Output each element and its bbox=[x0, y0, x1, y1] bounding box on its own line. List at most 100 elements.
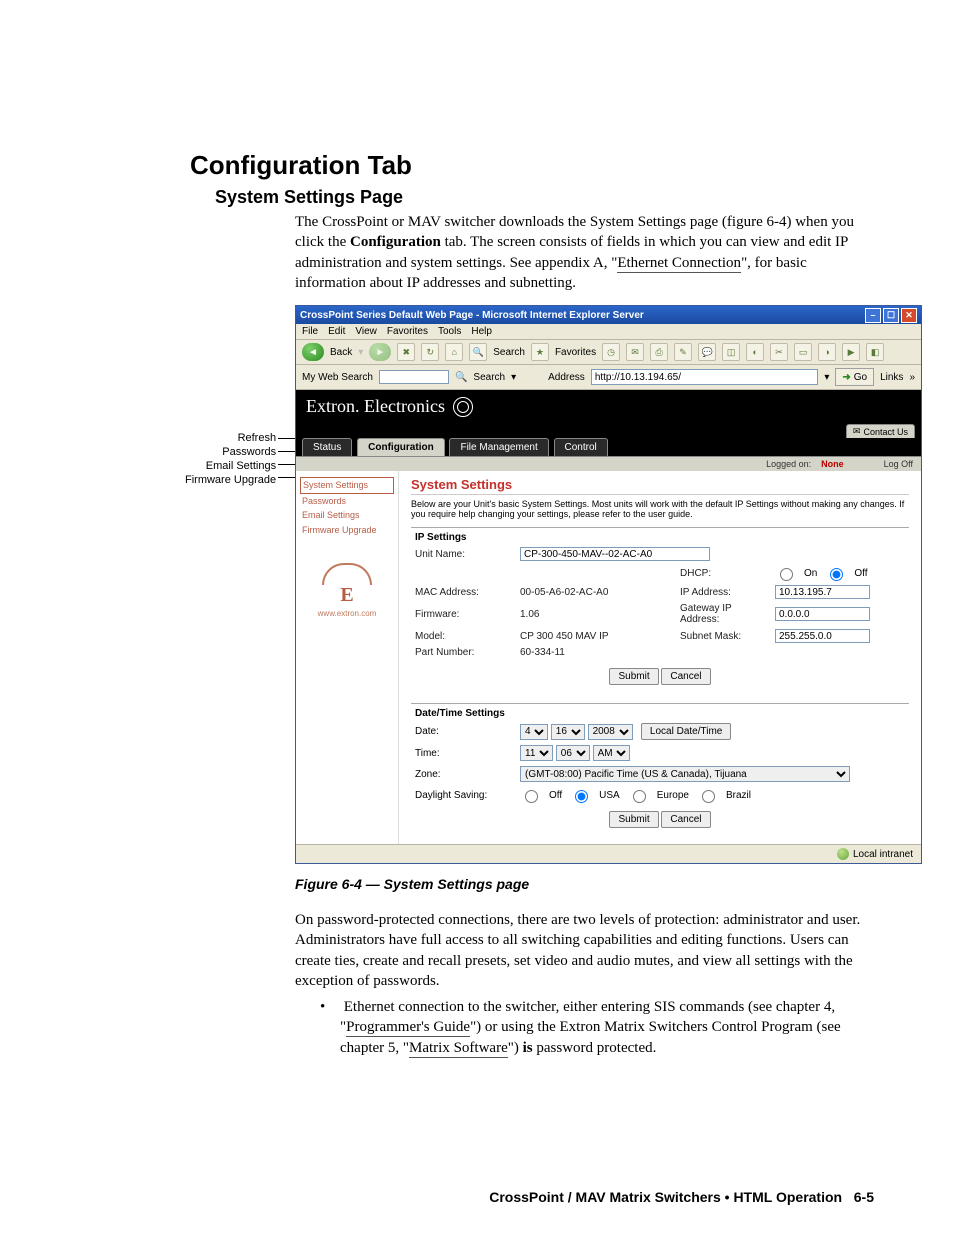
gateway-label: Gateway IP Address: bbox=[680, 603, 765, 625]
extron-brand: Extron. Electronics bbox=[306, 396, 445, 417]
mail-icon[interactable]: ✉ bbox=[626, 343, 644, 361]
search-icon[interactable]: 🔍 bbox=[469, 343, 487, 361]
address-input[interactable] bbox=[591, 369, 819, 385]
minimize-button[interactable]: – bbox=[865, 308, 881, 323]
mywebsearch-label: My Web Search bbox=[302, 372, 373, 383]
search-icon-2[interactable]: 🔍 bbox=[455, 372, 467, 383]
ds-usa-label: USA bbox=[599, 790, 620, 801]
go-label: Go bbox=[854, 372, 867, 383]
dhcp-on-label: On bbox=[804, 568, 817, 579]
zone-select[interactable]: (GMT-08:00) Pacific Time (US & Canada), … bbox=[520, 766, 850, 782]
tb-icon-g[interactable]: ◧ bbox=[866, 343, 884, 361]
partnum-value: 60-334-11 bbox=[520, 647, 670, 658]
ip-cancel-button[interactable]: Cancel bbox=[661, 668, 710, 685]
tab-control[interactable]: Control bbox=[554, 438, 608, 456]
ip-submit-button[interactable]: Submit bbox=[609, 668, 658, 685]
day-select[interactable]: 16 bbox=[551, 724, 585, 740]
close-button[interactable]: ✕ bbox=[901, 308, 917, 323]
menu-file[interactable]: File bbox=[302, 326, 318, 337]
forward-button[interactable]: ► bbox=[369, 343, 391, 361]
go-button[interactable]: ➜Go bbox=[835, 368, 874, 386]
matrix-software-link[interactable]: Matrix Software bbox=[409, 1040, 508, 1058]
refresh-icon[interactable]: ↻ bbox=[421, 343, 439, 361]
extron-logo-icon bbox=[453, 397, 473, 417]
status-text: Local intranet bbox=[853, 849, 913, 860]
menu-favorites[interactable]: Favorites bbox=[387, 326, 428, 337]
sidebar-item-system-settings[interactable]: System Settings bbox=[300, 477, 394, 494]
mywebsearch-input[interactable] bbox=[379, 370, 449, 384]
ipaddr-input[interactable] bbox=[775, 585, 870, 599]
ie-addressbar: My Web Search 🔍Search▾ Address ▾ ➜Go Lin… bbox=[296, 365, 921, 390]
footer-text: CrossPoint / MAV Matrix Switchers • HTML… bbox=[489, 1189, 842, 1205]
main-panel: System Settings Below are your Unit's ba… bbox=[399, 471, 921, 844]
logo-letter: E bbox=[340, 584, 353, 606]
daylight-label: Daylight Saving: bbox=[415, 790, 510, 801]
subnet-input[interactable] bbox=[775, 629, 870, 643]
tb-icon-b[interactable]: ◐ bbox=[746, 343, 764, 361]
edit-icon[interactable]: ✎ bbox=[674, 343, 692, 361]
ie-window: CrossPoint Series Default Web Page - Mic… bbox=[295, 305, 922, 864]
ampm-select[interactable]: AM bbox=[593, 745, 630, 761]
dhcp-on-radio[interactable] bbox=[780, 568, 793, 581]
links-label[interactable]: Links bbox=[880, 372, 903, 383]
history-icon[interactable]: ◷ bbox=[602, 343, 620, 361]
log-off-link[interactable]: Log Off bbox=[884, 459, 913, 469]
sidebar-item-passwords[interactable]: Passwords bbox=[300, 494, 394, 509]
partnum-label: Part Number: bbox=[415, 647, 510, 658]
sidebar-item-firmware-upgrade[interactable]: Firmware Upgrade bbox=[300, 523, 394, 538]
gateway-input[interactable] bbox=[775, 607, 870, 621]
dhcp-off-radio[interactable] bbox=[830, 568, 843, 581]
unit-name-label: Unit Name: bbox=[415, 549, 510, 560]
tab-configuration[interactable]: Configuration bbox=[357, 438, 445, 456]
maximize-button[interactable]: ☐ bbox=[883, 308, 899, 323]
ie-title-text: CrossPoint Series Default Web Page - Mic… bbox=[300, 310, 644, 321]
ds-usa-radio[interactable] bbox=[575, 790, 588, 803]
hour-select[interactable]: 11 bbox=[520, 745, 553, 761]
ds-brazil-radio[interactable] bbox=[702, 790, 715, 803]
tab-status[interactable]: Status bbox=[302, 438, 352, 456]
dhcp-label: DHCP: bbox=[680, 568, 765, 579]
ethernet-link[interactable]: Ethernet Connection bbox=[617, 255, 741, 273]
month-select[interactable]: 4 bbox=[520, 724, 548, 740]
page-footer: CrossPoint / MAV Matrix Switchers • HTML… bbox=[489, 1189, 874, 1205]
page-title: Configuration Tab bbox=[190, 150, 874, 181]
callout-firmware: Firmware Upgrade bbox=[185, 473, 276, 487]
tb-icon-e[interactable]: ◑ bbox=[818, 343, 836, 361]
year-select[interactable]: 2008 bbox=[588, 724, 633, 740]
ds-off-radio[interactable] bbox=[525, 790, 538, 803]
menu-view[interactable]: View bbox=[355, 326, 377, 337]
zone-label: Zone: bbox=[415, 769, 510, 780]
tb-icon-a[interactable]: ◫ bbox=[722, 343, 740, 361]
back-label: Back bbox=[330, 347, 352, 358]
config-bold: Configuration bbox=[350, 234, 441, 250]
discuss-icon[interactable]: 💬 bbox=[698, 343, 716, 361]
tb-icon-d[interactable]: ▭ bbox=[794, 343, 812, 361]
ip-settings-panel: IP Settings Unit Name: DHCP: On Off MAC … bbox=[411, 527, 909, 695]
unit-name-input[interactable] bbox=[520, 547, 710, 561]
sidebar-item-email-settings[interactable]: Email Settings bbox=[300, 508, 394, 523]
tb-icon-c[interactable]: ✂ bbox=[770, 343, 788, 361]
print-icon[interactable]: ⎙ bbox=[650, 343, 668, 361]
menu-tools[interactable]: Tools bbox=[438, 326, 461, 337]
time-label: Time: bbox=[415, 748, 510, 759]
home-icon[interactable]: ⌂ bbox=[445, 343, 463, 361]
firmware-value: 1.06 bbox=[520, 609, 670, 620]
figure-caption: Figure 6-4 — System Settings page bbox=[295, 876, 874, 892]
callout-refresh: Refresh bbox=[185, 431, 276, 445]
minute-select[interactable]: 06 bbox=[556, 745, 590, 761]
tb-icon-f[interactable]: ▶ bbox=[842, 343, 860, 361]
contact-us-tab[interactable]: ✉Contact Us bbox=[846, 424, 915, 438]
back-button[interactable]: ◄ bbox=[302, 343, 324, 361]
login-bar: Logged on: None Log Off bbox=[296, 456, 921, 471]
favorites-icon[interactable]: ★ bbox=[531, 343, 549, 361]
stop-icon[interactable]: ✖ bbox=[397, 343, 415, 361]
programmers-guide-link[interactable]: Programmer's Guide bbox=[346, 1019, 470, 1037]
ds-europe-radio[interactable] bbox=[633, 790, 646, 803]
dt-cancel-button[interactable]: Cancel bbox=[661, 811, 710, 828]
dt-submit-button[interactable]: Submit bbox=[609, 811, 658, 828]
tab-file-management[interactable]: File Management bbox=[449, 438, 548, 456]
local-datetime-button[interactable]: Local Date/Time bbox=[641, 723, 731, 740]
menu-edit[interactable]: Edit bbox=[328, 326, 345, 337]
menu-help[interactable]: Help bbox=[471, 326, 492, 337]
datetime-panel: Date/Time Settings Date: 4 16 2008 Local… bbox=[411, 703, 909, 838]
